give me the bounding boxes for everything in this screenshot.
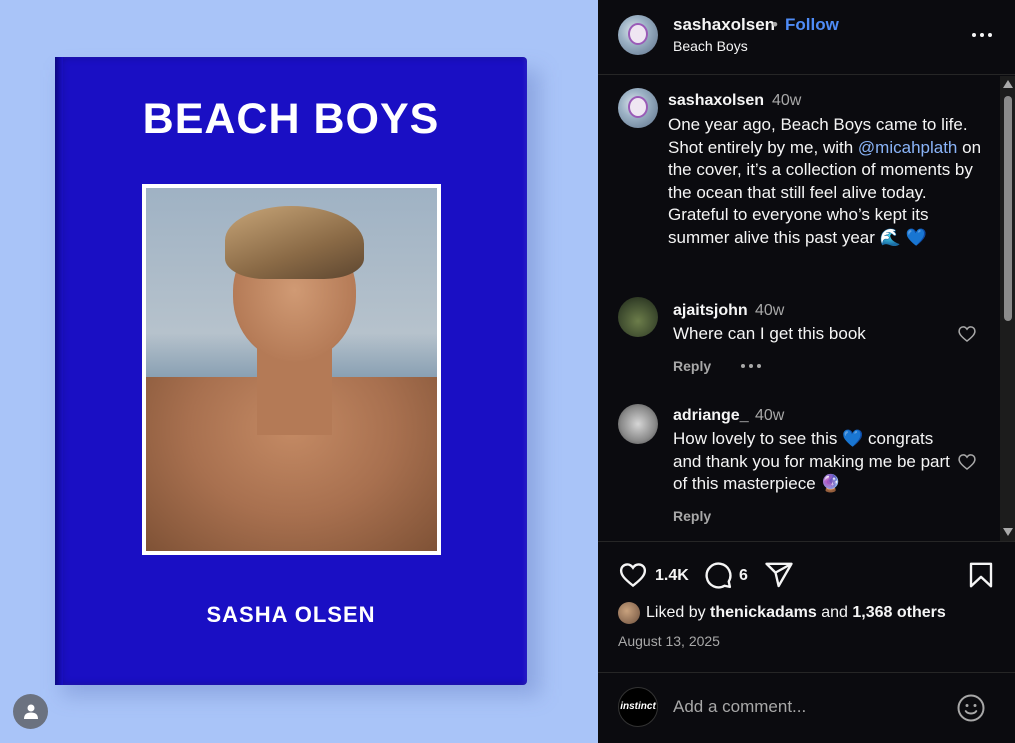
likes-count[interactable]: 1.4K bbox=[655, 567, 689, 585]
author-avatar[interactable] bbox=[618, 15, 658, 55]
post-actions: 1.4K 6 bbox=[598, 556, 1015, 596]
post-media: BEACH BOYS SASHA OLSEN bbox=[0, 0, 598, 743]
scroll-down-arrow-icon[interactable] bbox=[1003, 528, 1013, 536]
caption-text: One year ago, Beach Boys came to life. S… bbox=[668, 114, 988, 249]
share-icon[interactable] bbox=[764, 560, 794, 590]
comment-time: 40w bbox=[755, 302, 785, 319]
comment-time: 40w bbox=[755, 407, 785, 424]
comment-username[interactable]: adriange_ bbox=[673, 407, 749, 425]
book-spine bbox=[55, 57, 63, 685]
comments-scrollbar[interactable] bbox=[1000, 76, 1015, 541]
mention-link[interactable]: @micahplath bbox=[858, 138, 957, 157]
liker-username[interactable]: thenickadams bbox=[710, 604, 817, 621]
add-comment-bar: instinct bbox=[598, 672, 1015, 743]
liked-by-prefix: Liked by bbox=[646, 604, 711, 621]
liked-by-middle: and bbox=[816, 604, 853, 621]
comments-list: sashaxolsen 40w One year ago, Beach Boys… bbox=[598, 76, 1015, 542]
photo-hair bbox=[224, 206, 365, 279]
comment-like-heart-icon[interactable] bbox=[957, 452, 977, 472]
scroll-up-arrow-icon[interactable] bbox=[1003, 80, 1013, 88]
comment-like-heart-icon[interactable] bbox=[957, 324, 977, 344]
cover-photo bbox=[146, 188, 437, 551]
reply-button[interactable]: Reply bbox=[673, 508, 711, 524]
user-icon bbox=[24, 704, 38, 719]
liker-avatar[interactable] bbox=[618, 602, 640, 624]
comment-text: How lovely to see this 💙 congrats and th… bbox=[673, 429, 950, 493]
cover-photo-frame bbox=[142, 184, 441, 555]
heart-icon[interactable] bbox=[618, 560, 648, 590]
reply-button[interactable]: Reply bbox=[673, 358, 711, 374]
more-options-icon[interactable] bbox=[970, 22, 994, 46]
current-user-avatar[interactable]: instinct bbox=[618, 687, 658, 727]
post-header: sashaxolsen • Follow Beach Boys bbox=[598, 0, 1015, 75]
caption-avatar[interactable] bbox=[618, 88, 658, 128]
likes-others-link[interactable]: 1,368 others bbox=[852, 604, 945, 621]
scrollbar-thumb[interactable] bbox=[1004, 96, 1012, 321]
post-date: August 13, 2025 bbox=[618, 633, 720, 649]
comment-input[interactable] bbox=[673, 695, 933, 719]
caption-text-line2: Grateful to everyone who’s kept its summ… bbox=[668, 205, 929, 247]
post-side-panel: sashaxolsen • Follow Beach Boys sashaxol… bbox=[598, 0, 1015, 743]
avatar-logo-text: instinct bbox=[620, 701, 656, 712]
comments-count[interactable]: 6 bbox=[739, 567, 748, 585]
author-username[interactable]: sashaxolsen bbox=[673, 15, 775, 35]
follow-button[interactable]: Follow bbox=[785, 15, 839, 35]
caption-time: 40w bbox=[772, 92, 802, 109]
comment-avatar[interactable] bbox=[618, 297, 658, 337]
book-cover: BEACH BOYS SASHA OLSEN bbox=[55, 57, 527, 685]
tagged-users-button[interactable] bbox=[13, 694, 48, 729]
comment-text: Where can I get this book bbox=[673, 324, 866, 343]
caption-username[interactable]: sashaxolsen bbox=[668, 92, 764, 110]
liked-by-text[interactable]: Liked by thenickadams and 1,368 others bbox=[646, 604, 946, 622]
comment-more-icon[interactable] bbox=[741, 362, 763, 372]
comment-avatar[interactable] bbox=[618, 404, 658, 444]
comment-username[interactable]: ajaitsjohn bbox=[673, 302, 748, 320]
post-location[interactable]: Beach Boys bbox=[673, 38, 748, 54]
bookmark-icon[interactable] bbox=[966, 560, 996, 590]
book-title: BEACH BOYS bbox=[142, 95, 440, 143]
emoji-icon[interactable] bbox=[956, 693, 986, 723]
comment-icon[interactable] bbox=[703, 560, 733, 590]
book-author: SASHA OLSEN bbox=[206, 602, 376, 627]
header-separator: • bbox=[772, 15, 778, 34]
